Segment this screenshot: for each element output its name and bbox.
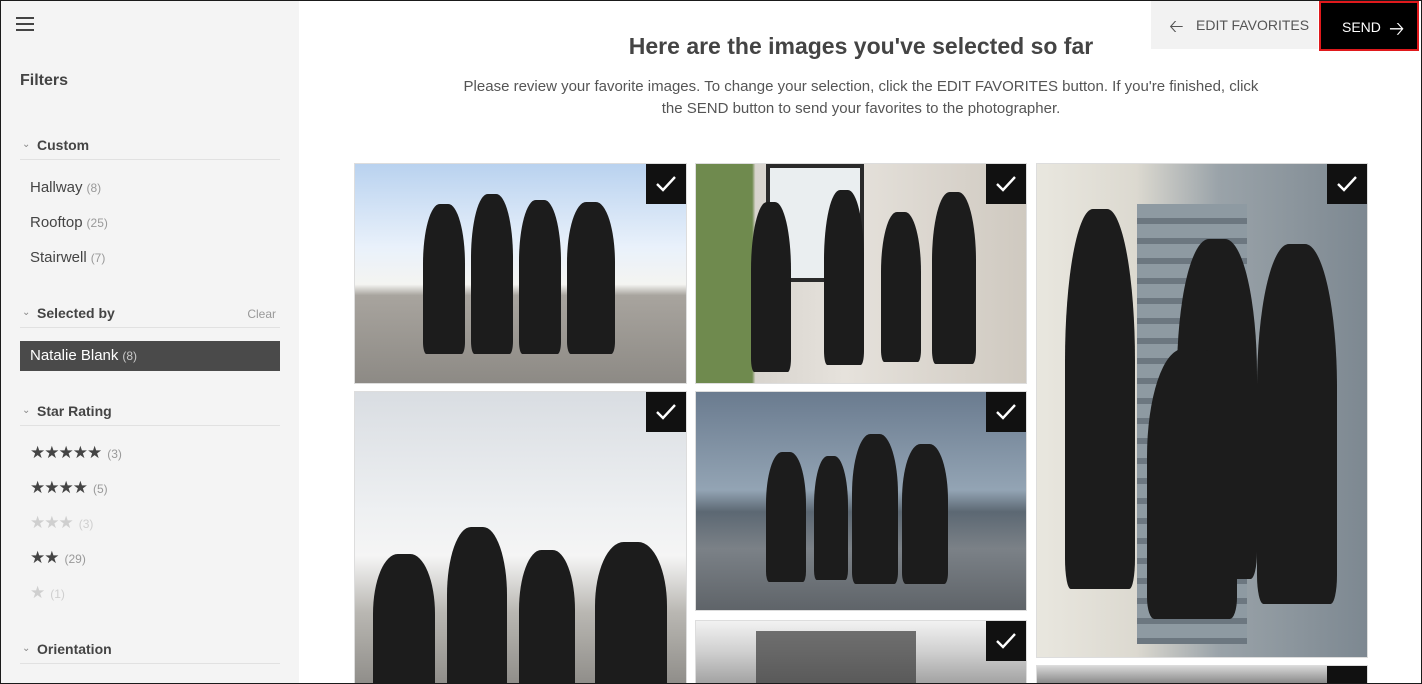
band-member bbox=[1147, 349, 1237, 619]
filter-item-label: Natalie Blank bbox=[30, 347, 119, 364]
band-member bbox=[423, 204, 465, 354]
favorite-check-toggle[interactable] bbox=[986, 621, 1026, 661]
favorite-check-toggle[interactable] bbox=[986, 392, 1026, 432]
favorite-check-toggle[interactable] bbox=[646, 392, 686, 432]
star-filter-1[interactable]: ★ (1) bbox=[30, 583, 65, 603]
favorite-check-toggle[interactable] bbox=[1327, 666, 1367, 683]
selected-item-text: Natalie Blank (8) bbox=[30, 347, 137, 364]
band-member bbox=[567, 202, 615, 354]
page-description: Please review your favorite images. To c… bbox=[463, 78, 1259, 117]
filter-item-label: Rooftop bbox=[30, 214, 83, 231]
favorite-check-toggle[interactable] bbox=[1327, 164, 1367, 204]
chevron-down-icon: ⌄ bbox=[22, 139, 31, 150]
filter-item-count: (7) bbox=[90, 251, 106, 265]
checkmark-icon bbox=[656, 404, 676, 420]
band-member bbox=[373, 554, 435, 683]
band-member bbox=[932, 192, 976, 364]
star-filter-count: (3) bbox=[78, 517, 94, 531]
filter-item-label: Stairwell bbox=[30, 249, 87, 266]
checkmark-icon bbox=[996, 404, 1016, 420]
chevron-down-icon: ⌄ bbox=[22, 405, 31, 416]
favorite-check-toggle[interactable] bbox=[986, 164, 1026, 204]
filter-item-stairwell[interactable]: Stairwell (7) bbox=[30, 249, 105, 266]
band-member bbox=[519, 200, 561, 354]
section-label: Custom bbox=[37, 137, 90, 153]
band-member bbox=[902, 444, 948, 584]
photo-thumbnail[interactable] bbox=[695, 391, 1027, 611]
page-title: Here are the images you've selected so f… bbox=[628, 33, 1094, 59]
star-filter-count: (1) bbox=[50, 587, 65, 601]
star-rating-icons: ★ bbox=[30, 583, 45, 602]
band-member bbox=[519, 550, 575, 683]
band-member bbox=[881, 212, 921, 362]
band-member bbox=[852, 434, 898, 584]
star-rating-icons: ★★★★ bbox=[30, 478, 88, 497]
band-member bbox=[814, 456, 848, 580]
hamburger-icon[interactable] bbox=[16, 17, 34, 31]
checkmark-icon bbox=[996, 176, 1016, 192]
star-filter-3[interactable]: ★★★ (3) bbox=[30, 513, 93, 533]
photo-thumbnail[interactable] bbox=[695, 163, 1027, 384]
app-frame: Filters ⌄ Custom Hallway (8) Rooftop (25) … bbox=[0, 0, 1422, 684]
star-rating-icons: ★★★★★ bbox=[30, 443, 102, 462]
photo-thumbnail[interactable] bbox=[1036, 665, 1368, 683]
filter-item-rooftop[interactable]: Rooftop (25) bbox=[30, 214, 108, 231]
ceiling-shadow bbox=[756, 631, 916, 683]
star-filter-2[interactable]: ★★ (29) bbox=[30, 548, 86, 568]
chevron-down-icon: ⌄ bbox=[22, 307, 31, 318]
band-member bbox=[824, 190, 864, 365]
filter-item-count: (8) bbox=[86, 181, 102, 195]
section-custom[interactable]: ⌄ Custom bbox=[20, 137, 280, 160]
checkmark-icon bbox=[996, 633, 1016, 649]
filters-title: Filters bbox=[20, 72, 69, 89]
section-selected-by[interactable]: ⌄ Selected by Clear bbox=[20, 305, 280, 328]
filter-item-count: (25) bbox=[86, 216, 108, 230]
section-label: Selected by bbox=[37, 305, 115, 321]
checkmark-icon bbox=[656, 176, 676, 192]
band-member bbox=[1065, 209, 1135, 589]
clear-link[interactable]: Clear bbox=[247, 307, 276, 321]
band-member bbox=[447, 527, 507, 683]
favorite-check-toggle[interactable] bbox=[646, 164, 686, 204]
band-member bbox=[1257, 244, 1337, 604]
star-rating-icons: ★★★ bbox=[30, 513, 74, 532]
arrow-right-icon: 🡢 bbox=[1389, 19, 1405, 40]
filter-item-hallway[interactable]: Hallway (8) bbox=[30, 179, 101, 196]
star-filter-count: (3) bbox=[107, 447, 122, 461]
section-orientation[interactable]: ⌄ Orientation bbox=[20, 641, 280, 664]
section-label: Orientation bbox=[37, 641, 112, 657]
section-star-rating[interactable]: ⌄ Star Rating bbox=[20, 403, 280, 426]
filters-sidebar: Filters ⌄ Custom Hallway (8) Rooftop (25) … bbox=[1, 1, 299, 683]
photo-thumbnail[interactable] bbox=[695, 620, 1027, 683]
star-filter-count: (5) bbox=[92, 482, 108, 496]
star-filter-4[interactable]: ★★★★ (5) bbox=[30, 478, 108, 498]
band-member bbox=[471, 194, 513, 354]
photo-thumbnail[interactable] bbox=[354, 163, 687, 384]
star-filter-5[interactable]: ★★★★★ (3) bbox=[30, 443, 122, 463]
band-member bbox=[751, 202, 791, 372]
band-member bbox=[595, 542, 667, 683]
checkmark-icon bbox=[1337, 176, 1357, 192]
star-filter-count: (29) bbox=[64, 552, 86, 566]
star-rating-icons: ★★ bbox=[30, 548, 60, 567]
filter-item-count: (8) bbox=[122, 349, 138, 363]
chevron-down-icon: ⌄ bbox=[22, 643, 31, 654]
edit-favorites-label: EDIT FAVORITES bbox=[1196, 17, 1310, 33]
photo-thumbnail[interactable] bbox=[1036, 163, 1368, 658]
section-label: Star Rating bbox=[37, 403, 112, 419]
filter-item-natalie-blank[interactable]: Natalie Blank (8) bbox=[20, 341, 280, 371]
filter-item-label: Hallway bbox=[30, 179, 83, 196]
band-member bbox=[766, 452, 806, 582]
photo-thumbnail[interactable] bbox=[354, 391, 687, 683]
